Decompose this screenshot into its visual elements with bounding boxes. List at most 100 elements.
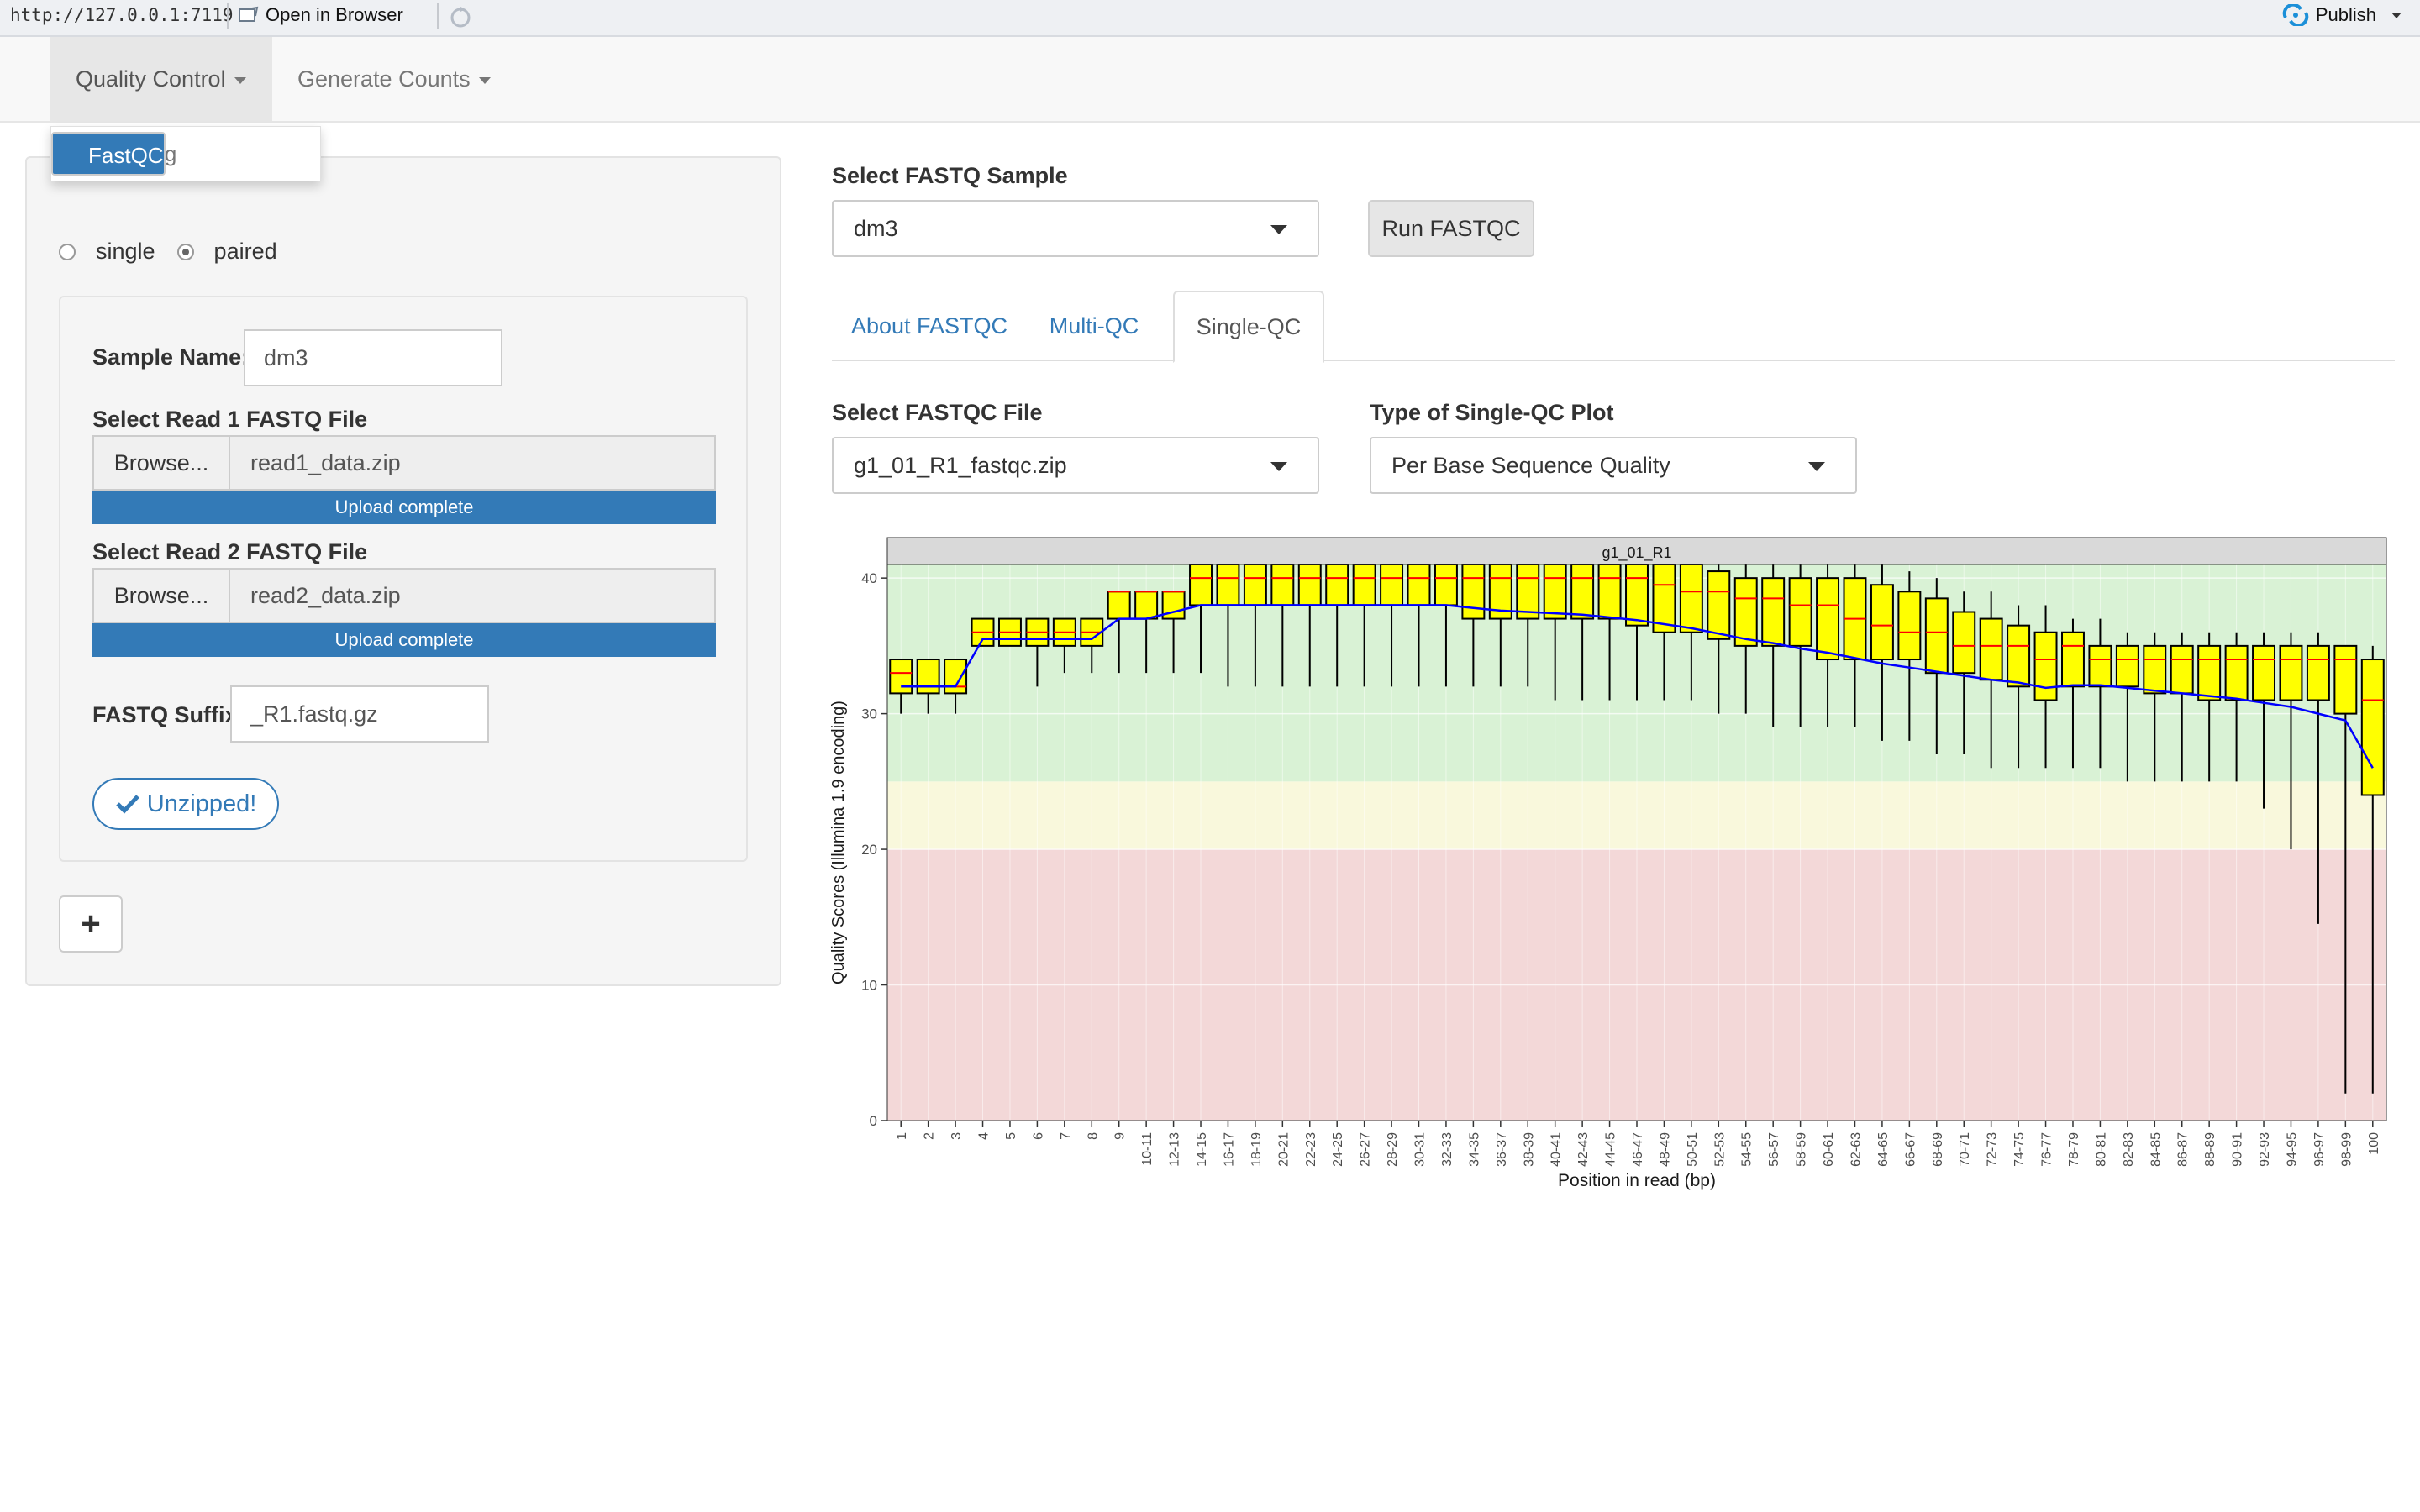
read1-label: Select Read 1 FASTQ File <box>92 407 368 432</box>
x-tick-label: 1 <box>895 1132 909 1140</box>
quality-box <box>916 659 940 695</box>
read2-file-input: Browse... read2_data.zip <box>92 568 716 623</box>
x-tick-label: 10-11 <box>1140 1132 1155 1166</box>
refresh-icon[interactable] <box>447 3 474 30</box>
quality-box <box>2306 644 2330 701</box>
sample-select[interactable]: dm3 <box>832 200 1319 257</box>
read2-browse-button[interactable]: Browse... <box>94 570 230 622</box>
qc-tabs: About FASTQC Multi-QC Single-QC <box>832 291 2395 363</box>
x-tick-label: 100 <box>2367 1132 2381 1155</box>
quality-box <box>2170 644 2194 695</box>
plot-type-label: Type of Single-QC Plot <box>1370 400 1614 425</box>
tab-about-fastqc[interactable]: About FASTQC <box>832 291 1027 361</box>
x-tick-label: 52-53 <box>1712 1132 1727 1167</box>
x-tick-label: 60-61 <box>1822 1132 1836 1167</box>
chart-title: g1_01_R1 <box>1602 544 1671 562</box>
per-base-quality-chart: g1_01_R1 0 10 20 30 40 1 2 3 4 5 6 7 8 9 10-11 12-13 14-1… <box>829 537 2387 1190</box>
read1-browse-button[interactable]: Browse... <box>94 437 230 489</box>
quality-box <box>1543 564 1567 620</box>
quality-box <box>2115 644 2139 688</box>
quality-box <box>1325 564 1349 606</box>
sample-select-value: dm3 <box>854 216 898 241</box>
radio-paired-label: paired <box>213 239 277 264</box>
x-tick-label: 14-15 <box>1195 1132 1209 1167</box>
caret-down-icon <box>234 77 246 84</box>
nav-quality-control[interactable]: Quality Control <box>50 37 272 121</box>
x-tick-label: 74-75 <box>2012 1132 2027 1167</box>
radio-single-label: single <box>96 239 155 264</box>
tab-multi-qc[interactable]: Multi-QC <box>1027 291 1161 361</box>
toolbar-divider <box>437 3 439 29</box>
sample-select-label: Select FASTQ Sample <box>832 163 1068 188</box>
radio-paired[interactable] <box>176 243 194 260</box>
x-tick-label: 22-23 <box>1304 1132 1318 1167</box>
quality-box <box>2143 644 2167 695</box>
quality-box <box>2061 631 2085 688</box>
nav-generate-counts-label: Generate Counts <box>297 66 471 92</box>
quality-box <box>944 659 968 695</box>
x-tick-label: 36-37 <box>1495 1132 1509 1167</box>
read2-upload-progress: Upload complete <box>92 623 716 657</box>
x-tick-label: 56-57 <box>1767 1132 1781 1167</box>
fastqc-file-select[interactable]: g1_01_R1_fastqc.zip <box>832 437 1319 494</box>
quality-box <box>1707 570 1731 640</box>
viewer-url[interactable]: http://127.0.0.1:7119 <box>10 5 234 25</box>
publish-icon <box>2282 4 2309 26</box>
x-tick-label: 12-13 <box>1168 1132 1182 1167</box>
nav-quality-control-label: Quality Control <box>76 66 226 92</box>
quality-box <box>1924 597 1949 675</box>
quality-box <box>1870 584 1894 661</box>
quality-box <box>1407 564 1431 606</box>
x-tick-label: 58-59 <box>1795 1132 1809 1167</box>
x-tick-label: 72-73 <box>1986 1132 2000 1167</box>
publish-button[interactable]: Publish <box>2282 4 2402 26</box>
plot-type-select[interactable]: Per Base Sequence Quality <box>1370 437 1857 494</box>
x-tick-label: 46-47 <box>1631 1132 1645 1167</box>
x-tick-label: 4 <box>977 1132 992 1140</box>
quality-box <box>1107 591 1131 620</box>
x-tick-label: 86-87 <box>2176 1132 2191 1167</box>
x-tick-label: 88-89 <box>2203 1132 2217 1167</box>
run-fastqc-button[interactable]: Run FASTQC <box>1368 200 1534 257</box>
add-button[interactable]: + <box>59 895 123 953</box>
fastqc-file-select-value: g1_01_R1_fastqc.zip <box>854 453 1067 478</box>
quality-box <box>2197 644 2222 701</box>
dropdown-arrow-icon <box>1270 462 1287 471</box>
unzipped-label: Unzipped! <box>146 790 257 817</box>
quality-box <box>1816 577 1840 661</box>
quality-box <box>2279 644 2303 701</box>
quality-box <box>1243 564 1267 606</box>
nav-generate-counts[interactable]: Generate Counts <box>272 37 516 121</box>
fastq-suffix-label: FASTQ Suffix: <box>92 702 245 727</box>
x-tick-label: 30-31 <box>1413 1132 1428 1167</box>
x-tick-label: 78-79 <box>2067 1132 2081 1167</box>
radio-single[interactable] <box>59 243 76 260</box>
y-tick-label: 20 <box>861 842 877 858</box>
quality-box <box>1189 564 1213 606</box>
fastq-suffix-input[interactable]: _R1.fastq.gz <box>230 685 489 743</box>
x-tick-label: 18-19 <box>1249 1132 1264 1167</box>
quality-box <box>1761 577 1786 647</box>
dropdown-item-fastqc[interactable]: FastQC <box>51 132 166 176</box>
x-tick-label: 82-83 <box>2122 1132 2136 1167</box>
sample-name-input[interactable]: dm3 <box>244 329 502 386</box>
tab-single-qc[interactable]: Single-QC <box>1173 291 1324 363</box>
read-type-radio-group: single paired <box>59 239 277 265</box>
x-tick-label: 50-51 <box>1686 1132 1700 1167</box>
open-in-browser-button[interactable]: Open in Browser <box>239 4 403 26</box>
x-axis-label: Position in read (bp) <box>1558 1171 1716 1190</box>
quality-box <box>1297 564 1322 606</box>
quality-box <box>1380 564 1404 606</box>
y-tick-label: 10 <box>861 978 877 994</box>
read1-upload-progress: Upload complete <box>92 491 716 524</box>
unzipped-button[interactable]: Unzipped! <box>92 778 279 830</box>
x-tick-label: 44-45 <box>1604 1132 1618 1167</box>
x-tick-label: 64-65 <box>1876 1132 1891 1167</box>
x-tick-label: 5 <box>1004 1132 1018 1140</box>
y-axis-label: Quality Scores (Illumina 1.9 encoding) <box>829 701 848 984</box>
x-tick-label: 54-55 <box>1740 1132 1754 1167</box>
y-tick-label: 40 <box>861 570 877 586</box>
x-tick-label: 76-77 <box>2040 1132 2054 1167</box>
checkmark-icon <box>115 795 139 814</box>
x-tick-label: 62-63 <box>1849 1132 1863 1167</box>
